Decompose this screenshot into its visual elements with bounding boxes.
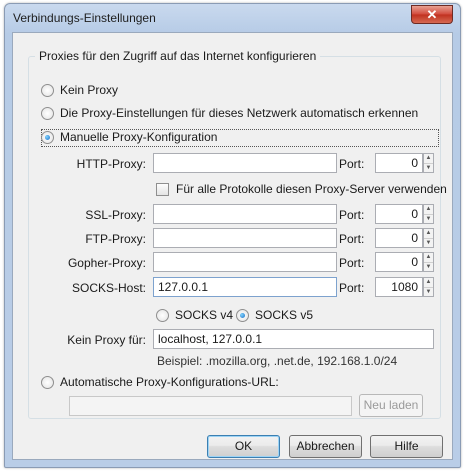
- radio-no-proxy-button[interactable]: [41, 83, 54, 97]
- http-proxy-label: HTTP-Proxy:: [76, 157, 146, 171]
- spinner-up-icon[interactable]: ▲: [424, 229, 433, 238]
- socks-host-label: SOCKS-Host:: [71, 281, 146, 295]
- radio-auto-url[interactable]: Automatische Proxy-Konfigurations-URL:: [41, 375, 279, 389]
- radio-auto-detect-button[interactable]: [41, 106, 54, 120]
- http-port-input[interactable]: 0: [375, 153, 423, 173]
- no-proxy-example: Beispiel: .mozilla.org, .net.de, 192.168…: [157, 354, 398, 368]
- ssl-port-input[interactable]: 0: [375, 204, 423, 224]
- ssl-port-label: Port:: [339, 208, 365, 222]
- ftp-port-input[interactable]: 0: [375, 228, 423, 248]
- radio-no-proxy[interactable]: Kein Proxy: [41, 83, 118, 97]
- cancel-button[interactable]: Abbrechen: [289, 435, 362, 458]
- auto-url-input[interactable]: [69, 396, 352, 416]
- socks-port-spinner[interactable]: ▲ ▼: [423, 277, 434, 297]
- spinner-up-icon[interactable]: ▲: [424, 278, 433, 287]
- radio-socks-v4-label: SOCKS v4: [175, 308, 234, 322]
- radio-socks-v4[interactable]: SOCKS v4: [156, 308, 233, 322]
- ftp-proxy-input[interactable]: [153, 228, 337, 248]
- spinner-up-icon[interactable]: ▲: [424, 253, 433, 262]
- same-proxy-checkbox[interactable]: [156, 182, 169, 196]
- http-port-spinner[interactable]: ▲ ▼: [423, 153, 434, 173]
- spinner-down-icon[interactable]: ▼: [424, 214, 433, 223]
- radio-socks-v5[interactable]: SOCKS v5: [236, 308, 313, 322]
- socks-port-label: Port:: [339, 281, 365, 295]
- gopher-proxy-label: Gopher-Proxy:: [67, 256, 146, 270]
- same-proxy-checkbox-row[interactable]: Für alle Protokolle diesen Proxy-Server …: [156, 182, 447, 196]
- http-proxy-input[interactable]: [153, 153, 337, 173]
- ssl-port-spinner[interactable]: ▲ ▼: [423, 204, 434, 224]
- ftp-proxy-label: FTP-Proxy:: [85, 232, 146, 246]
- help-button[interactable]: Hilfe: [370, 435, 443, 458]
- same-proxy-label: Für alle Protokolle diesen Proxy-Server …: [176, 182, 447, 196]
- spinner-down-icon[interactable]: ▼: [424, 238, 433, 247]
- radio-manual-button[interactable]: [41, 130, 54, 144]
- http-port-label: Port:: [339, 157, 365, 171]
- dialog-window: Verbindungs-Einstellungen ✕ Proxies für …: [4, 3, 461, 468]
- no-proxy-for-label: Kein Proxy für:: [67, 333, 146, 347]
- close-icon: ✕: [426, 7, 438, 22]
- ftp-port-spinner[interactable]: ▲ ▼: [423, 228, 434, 248]
- dialog-client-area: Proxies für den Zugriff auf das Internet…: [12, 32, 453, 460]
- radio-no-proxy-label: Kein Proxy: [60, 83, 119, 97]
- radio-socks-v5-label: SOCKS v5: [255, 308, 314, 322]
- spinner-down-icon[interactable]: ▼: [424, 163, 433, 172]
- socks-host-input[interactable]: 127.0.0.1: [153, 277, 337, 297]
- window-title: Verbindungs-Einstellungen: [13, 11, 156, 25]
- spinner-down-icon[interactable]: ▼: [424, 287, 433, 296]
- radio-auto-url-label: Automatische Proxy-Konfigurations-URL:: [60, 375, 279, 389]
- radio-manual-label: Manuelle Proxy-Konfiguration: [60, 130, 218, 144]
- title-bar[interactable]: Verbindungs-Einstellungen ✕: [5, 4, 460, 32]
- radio-auto-detect[interactable]: Die Proxy-Einstellungen für dieses Netzw…: [41, 106, 418, 120]
- ftp-port-label: Port:: [339, 232, 365, 246]
- no-proxy-for-input[interactable]: localhost, 127.0.0.1: [153, 329, 434, 349]
- ssl-proxy-label: SSL-Proxy:: [85, 208, 146, 222]
- socks-port-input[interactable]: 1080: [375, 277, 423, 297]
- spinner-down-icon[interactable]: ▼: [424, 262, 433, 271]
- ok-button[interactable]: OK: [207, 435, 280, 458]
- close-button[interactable]: ✕: [411, 5, 453, 24]
- radio-auto-detect-label: Die Proxy-Einstellungen für dieses Netzw…: [60, 106, 419, 120]
- spinner-up-icon[interactable]: ▲: [424, 205, 433, 214]
- spinner-up-icon[interactable]: ▲: [424, 154, 433, 163]
- reload-button[interactable]: Neu laden: [359, 394, 423, 417]
- gopher-proxy-input[interactable]: [153, 252, 337, 272]
- gopher-port-input[interactable]: 0: [375, 252, 423, 272]
- groupbox-legend: Proxies für den Zugriff auf das Internet…: [35, 49, 321, 63]
- radio-socks-v5-button[interactable]: [236, 308, 249, 322]
- gopher-port-label: Port:: [339, 256, 365, 270]
- radio-auto-url-button[interactable]: [41, 375, 54, 389]
- radio-manual[interactable]: Manuelle Proxy-Konfiguration: [41, 130, 217, 144]
- ssl-proxy-input[interactable]: [153, 204, 337, 224]
- radio-socks-v4-button[interactable]: [156, 308, 169, 322]
- gopher-port-spinner[interactable]: ▲ ▼: [423, 252, 434, 272]
